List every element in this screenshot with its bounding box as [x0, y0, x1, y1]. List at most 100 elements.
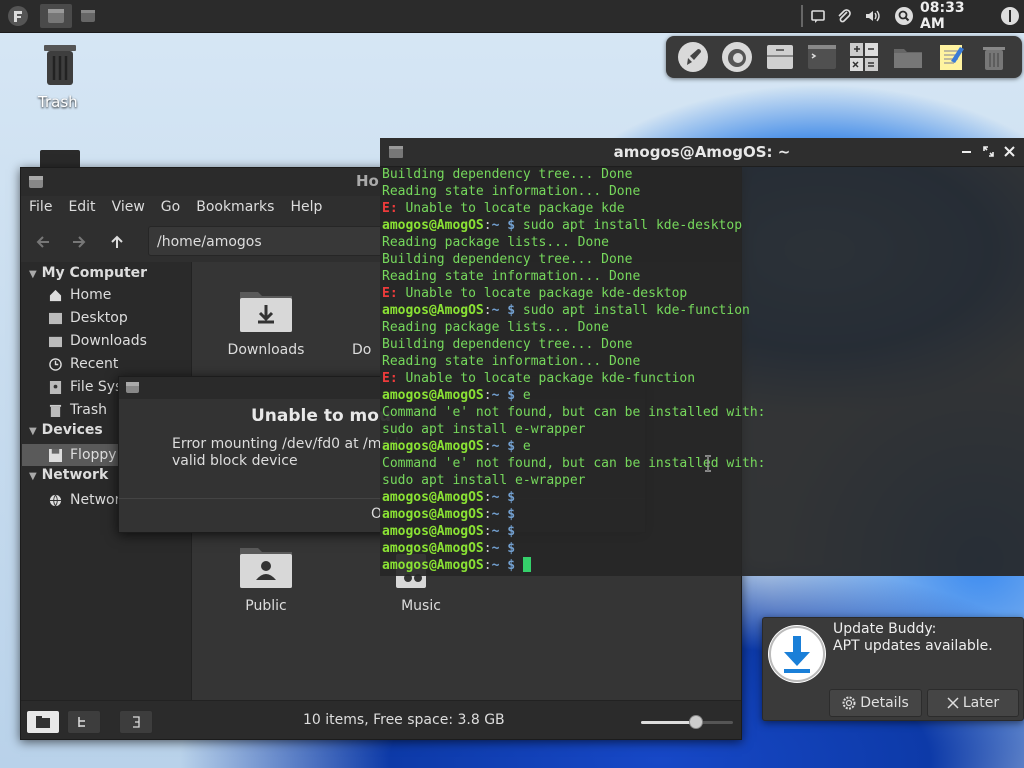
floppy-icon [49, 448, 62, 462]
firefox-icon[interactable] [721, 41, 753, 73]
terminal-line: amogos@AmogOS:~ $ [382, 524, 516, 539]
sidebar-header-devices[interactable]: ▼ Devices [29, 422, 103, 438]
notification-message: APT updates available. [833, 638, 993, 654]
sidebar-item-floppy[interactable]: Floppy [49, 444, 117, 466]
terminal-line: amogos@AmogOS:~ $ sudo apt install kde-f… [382, 303, 750, 318]
terminal-line: Reading package lists... Done [382, 235, 609, 250]
notification-title: Update Buddy: [833, 621, 937, 637]
public-folder-icon [240, 544, 292, 588]
sidebar-item-file-system[interactable]: File Sys [49, 376, 122, 398]
app-menu-icon[interactable] [4, 4, 32, 28]
text-cursor-icon [705, 455, 711, 472]
up-arrow-icon[interactable] [109, 234, 125, 250]
terminal-line: Reading state information... Done [382, 184, 641, 199]
menu-help[interactable]: Help [282, 196, 330, 220]
volume-icon[interactable] [862, 4, 884, 28]
sidebar-header-network[interactable]: ▼ Network [29, 467, 108, 483]
back-arrow-icon[interactable] [35, 234, 51, 250]
menu-file[interactable]: File [21, 196, 60, 220]
terminal-line: amogos@AmogOS:~ $ e [382, 388, 531, 403]
terminal-line: amogos@AmogOS:~ $ [382, 541, 516, 556]
details-button[interactable]: Details [829, 689, 922, 717]
dialog-message-line2: valid block device [172, 453, 298, 469]
terminal-line: Building dependency tree... Done [382, 252, 633, 267]
desktop-trash-label: Trash [38, 93, 78, 111]
menu-go[interactable]: Go [153, 196, 188, 220]
file-manager-title: Ho [356, 172, 379, 190]
gear-icon [842, 696, 856, 710]
forward-arrow-icon[interactable] [71, 234, 87, 250]
desktop-icon [49, 312, 62, 324]
toggle-sidebar-button[interactable] [119, 710, 153, 734]
sidebar-item-downloads[interactable]: Downloads [49, 330, 147, 352]
sidebar-item-recent[interactable]: Recent [49, 353, 118, 375]
path-bar[interactable]: /home/amogos [148, 226, 408, 256]
terminal-line: Reading state information... Done [382, 269, 641, 284]
download-icon [768, 625, 826, 683]
clock[interactable]: 08:33 AM [920, 0, 994, 32]
status-text: 10 items, Free space: 3.8 GB [303, 712, 505, 728]
later-button[interactable]: Later [927, 689, 1019, 717]
terminal-line: sudo apt install e-wrapper [382, 422, 586, 437]
dialog-message-line1: Error mounting /dev/fd0 at /med [172, 436, 399, 452]
show-tree-button[interactable] [67, 710, 101, 734]
terminal-line: amogos@AmogOS:~ $ e [382, 439, 531, 454]
desktop-trash-icon[interactable] [38, 42, 82, 88]
zoom-slider-fill [641, 721, 697, 724]
panel-separator [800, 4, 804, 28]
sidebar-item-home[interactable]: Home [49, 284, 111, 306]
terminal-line: Command 'e' not found, but can be instal… [382, 405, 766, 420]
sidebar-item-network[interactable]: Networ [49, 489, 120, 511]
top-panel: 08:33 AM [0, 0, 1024, 33]
sidebar-item-desktop[interactable]: Desktop [49, 307, 128, 329]
sidebar-item-trash[interactable]: Trash [49, 399, 107, 421]
terminal-window: amogos@AmogOS: ~ Building dependency tre… [380, 138, 1024, 576]
rocket-icon[interactable] [677, 41, 709, 73]
menu-bookmarks[interactable]: Bookmarks [188, 196, 282, 220]
terminal-icon[interactable] [806, 41, 838, 73]
status-bar: 10 items, Free space: 3.8 GB [21, 700, 741, 739]
close-button[interactable] [1004, 146, 1015, 157]
zoom-slider-handle[interactable] [689, 715, 704, 729]
terminal-line: Building dependency tree... Done [382, 337, 633, 352]
zoom-slider-track[interactable] [641, 715, 733, 729]
terminal-line: sudo apt install e-wrapper [382, 473, 586, 488]
terminal-line: amogos@AmogOS:~ $ [382, 507, 516, 522]
text-editor-icon[interactable] [936, 41, 968, 73]
update-notification: Update Buddy: APT updates available. Det… [762, 617, 1024, 721]
terminal-line: E: Unable to locate package kde-function [382, 371, 696, 386]
terminal-output[interactable]: Building dependency tree... Done Reading … [382, 166, 1022, 576]
search-icon[interactable] [892, 4, 916, 28]
attachment-icon[interactable] [834, 4, 854, 28]
calculator-icon[interactable] [848, 41, 880, 73]
clock-icon [49, 357, 62, 371]
terminal-line: E: Unable to locate package kde-desktop [382, 286, 688, 301]
folder-downloads[interactable]: Downloads [201, 288, 331, 358]
downloads-folder-icon [240, 288, 292, 332]
terminal-line: Reading state information... Done [382, 354, 641, 369]
menu-view[interactable]: View [104, 196, 153, 220]
taskbar-terminal-icon[interactable] [76, 4, 100, 28]
dock [666, 36, 1022, 78]
folder-icon[interactable] [892, 41, 924, 73]
show-places-button[interactable] [26, 710, 60, 734]
notification-icon[interactable] [808, 4, 828, 28]
trash-icon[interactable] [978, 41, 1010, 73]
terminal-line: amogos@AmogOS:~ $ [382, 490, 516, 505]
maximize-button[interactable] [983, 146, 994, 157]
file-cabinet-icon[interactable] [764, 41, 796, 73]
minimize-button[interactable] [962, 151, 971, 153]
menu-edit[interactable]: Edit [60, 196, 103, 220]
terminal-titlebar[interactable]: amogos@AmogOS: ~ [380, 138, 1024, 167]
dialog-heading: Unable to mou [251, 406, 392, 426]
terminal-line: E: Unable to locate package kde [382, 201, 625, 216]
power-icon[interactable] [998, 4, 1022, 28]
terminal-line: amogos@AmogOS:~ $ sudo apt install kde-d… [382, 218, 743, 233]
terminal-cursor [522, 557, 531, 572]
terminal-line: Command 'e' not found, but can be instal… [382, 456, 766, 471]
folder-public[interactable]: Public [201, 544, 331, 614]
taskbar-file-manager-icon[interactable] [40, 4, 72, 28]
home-icon [49, 289, 62, 301]
close-icon [947, 697, 959, 709]
sidebar-header-my-computer[interactable]: ▼ My Computer [29, 265, 147, 281]
